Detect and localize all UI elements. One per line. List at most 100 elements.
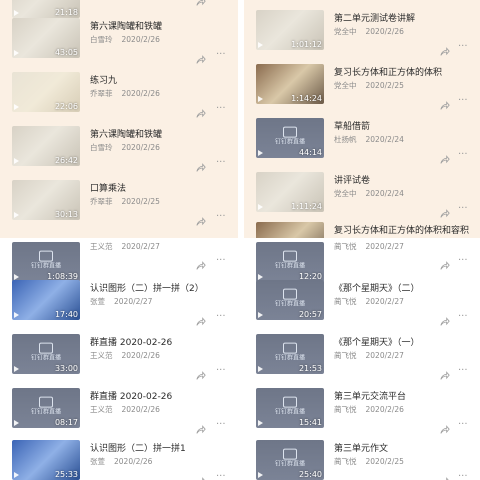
more-icon[interactable]: ··· (216, 104, 226, 114)
video-thumbnail[interactable]: 1:11:24 (256, 172, 324, 212)
more-icon[interactable]: ··· (216, 50, 226, 60)
video-thumbnail[interactable]: 1:01:12 (256, 10, 324, 50)
list-item[interactable]: 17:40 认识图形（二）拼一拼（2） 张萱 2020/2/27 ··· (0, 276, 238, 326)
more-icon[interactable]: ··· (216, 158, 226, 168)
play-icon (14, 50, 19, 56)
more-icon[interactable]: ··· (458, 150, 468, 160)
share-icon[interactable] (196, 50, 206, 64)
more-icon[interactable]: ··· (458, 366, 468, 376)
video-thumbnail[interactable]: 钉钉群直播 33:00 (12, 334, 80, 374)
video-thumbnail[interactable]: 1:14:24 (256, 64, 324, 104)
list-item[interactable]: 钉钉群直播 33:00 群直播 2020-02-26 王义范 2020/2/26 ··· (0, 330, 238, 380)
more-icon[interactable]: ··· (458, 42, 468, 52)
video-thumbnail[interactable]: 钉钉群直播 44:14 (256, 118, 324, 158)
list-item[interactable]: 复习长方体和正方体的体积和容积··· (244, 218, 480, 238)
more-icon[interactable]: ··· (458, 96, 468, 106)
more-icon[interactable]: ··· (216, 312, 226, 322)
video-title: 认识图形（二）拼一拼1 (90, 444, 186, 454)
video-thumbnail[interactable]: 43:05 (12, 18, 80, 58)
more-icon[interactable]: ··· (216, 212, 226, 222)
list-item[interactable]: 26:42 第六课陶罐和铁罐 白雪玲 2020/2/26 ··· (0, 122, 238, 172)
share-icon[interactable] (440, 204, 450, 218)
video-thumbnail[interactable]: 钉钉群直播 20:57 (256, 280, 324, 320)
video-meta: 蔺飞悦 2020/2/27 (334, 350, 404, 361)
share-icon[interactable] (196, 256, 206, 270)
list-item[interactable]: 钉钉群直播 08:17 群直播 2020-02-26 王义范 2020/2/26 ··· (0, 384, 238, 434)
share-icon[interactable] (440, 312, 450, 326)
share-icon[interactable] (196, 212, 206, 226)
list-item[interactable]: 43:05 第六课陶罐和铁罐 白雪玲 2020/2/26 ··· (0, 14, 238, 64)
share-icon[interactable] (196, 472, 206, 480)
video-duration: 26:42 (54, 156, 78, 165)
share-icon[interactable] (196, 0, 206, 6)
more-icon[interactable]: ··· (458, 204, 468, 214)
video-thumbnail[interactable]: 22:06 (12, 72, 80, 112)
list-item[interactable]: 1:14:24 复习长方体和正方体的体积 党全中 2020/2/25 ··· (244, 60, 480, 110)
list-item[interactable]: 1:01:12 第二单元测试卷讲解 党全中 2020/2/26 ··· (244, 6, 480, 56)
video-thumbnail[interactable]: 17:40 (12, 280, 80, 320)
video-thumbnail[interactable]: 25:33 (12, 440, 80, 480)
video-title: 第三单元交流平台 (334, 392, 407, 402)
play-icon (258, 420, 263, 426)
video-title: 群直播 2020-02-26 (90, 392, 173, 402)
share-icon[interactable] (440, 256, 450, 270)
more-icon[interactable]: ··· (458, 256, 468, 266)
share-icon[interactable] (440, 96, 450, 110)
video-thumbnail[interactable]: 30:13 (12, 180, 80, 220)
list-item[interactable]: 钉钉群直播 44:14 草船借箭 杜扬帆 2020/2/24 ··· (244, 114, 480, 164)
list-item[interactable]: 1:11:24 讲评试卷 党全中 2020/2/24 ··· (244, 168, 480, 218)
upload-date: 2020/2/26 (121, 405, 160, 414)
live-logo-icon (282, 250, 297, 262)
more-icon[interactable]: ··· (458, 420, 468, 430)
share-icon[interactable] (196, 366, 206, 380)
live-logo-icon (282, 396, 297, 408)
share-icon[interactable] (196, 420, 206, 434)
list-item[interactable]: 25:33 认识图形（二）拼一拼1 张萱 2020/2/26 ··· (0, 436, 238, 480)
more-icon[interactable]: ··· (216, 366, 226, 376)
more-icon[interactable]: ··· (216, 472, 226, 480)
teacher-name: 蔺飞悦 (334, 457, 357, 466)
live-logo: 钉钉群直播 (30, 342, 62, 362)
live-logo-text: 钉钉群直播 (30, 354, 62, 362)
video-thumbnail[interactable] (256, 222, 324, 238)
share-icon[interactable] (196, 104, 206, 118)
share-icon[interactable] (440, 472, 450, 480)
video-title: 《那个星期天》（二） (334, 284, 420, 294)
live-logo-text: 钉钉群直播 (30, 262, 62, 270)
list-item[interactable]: 钉钉群直播 15:41 第三单元交流平台 蔺飞悦 2020/2/26 ··· (244, 384, 480, 434)
play-icon (14, 158, 19, 164)
more-icon[interactable]: ··· (216, 256, 226, 266)
play-icon (258, 42, 263, 48)
video-thumbnail[interactable]: 钉钉群直播 15:41 (256, 388, 324, 428)
upload-date: 2020/2/25 (365, 81, 404, 90)
teacher-name: 白雪玲 (90, 35, 113, 44)
video-title: 第三单元作文 (334, 444, 389, 454)
video-thumbnail[interactable]: 钉钉群直播 08:17 (12, 388, 80, 428)
more-icon[interactable]: ··· (216, 420, 226, 430)
list-item[interactable]: 钉钉群直播 25:40 第三单元作文 蔺飞悦 2020/2/25 ··· (244, 436, 480, 480)
share-icon[interactable] (440, 150, 450, 164)
video-duration: 21:53 (298, 364, 322, 373)
share-icon[interactable] (196, 312, 206, 326)
teacher-name: 乔翠菲 (90, 197, 113, 206)
share-icon[interactable] (440, 42, 450, 56)
list-item[interactable]: 22:06 练习九 乔翠菲 2020/2/26 ··· (0, 68, 238, 118)
more-icon[interactable]: ··· (216, 0, 226, 2)
live-logo-text: 钉钉群直播 (274, 138, 306, 146)
share-icon[interactable] (440, 420, 450, 434)
list-item[interactable]: 30:13 口算乘法 乔翠菲 2020/2/25 ··· (0, 176, 238, 226)
share-icon[interactable] (196, 158, 206, 172)
video-thumbnail[interactable]: 钉钉群直播 25:40 (256, 440, 324, 480)
more-icon[interactable]: ··· (458, 472, 468, 480)
teacher-name: 杜扬帆 (334, 135, 357, 144)
video-duration: 25:33 (54, 470, 78, 479)
share-icon[interactable] (440, 366, 450, 380)
video-meta: 杜扬帆 2020/2/24 (334, 134, 404, 145)
list-item[interactable]: 钉钉群直播 20:57 《那个星期天》（二） 蔺飞悦 2020/2/27 ··· (244, 276, 480, 326)
more-icon[interactable]: ··· (458, 312, 468, 322)
play-icon (14, 420, 19, 426)
list-item[interactable]: 钉钉群直播 21:53 《那个星期天》（一） 蔺飞悦 2020/2/27 ··· (244, 330, 480, 380)
video-thumbnail[interactable]: 26:42 (12, 126, 80, 166)
video-duration: 1:11:24 (291, 202, 322, 211)
video-thumbnail[interactable]: 钉钉群直播 21:53 (256, 334, 324, 374)
